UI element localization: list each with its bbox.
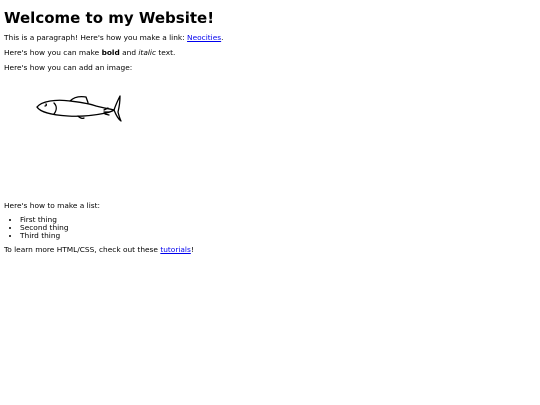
tutorials-link[interactable]: tutorials <box>160 245 191 254</box>
intro-paragraph: This is a paragraph! Here's how you make… <box>4 33 536 42</box>
formatting-paragraph: Here's how you can make bold and italic … <box>4 48 536 57</box>
list-item: Second thing <box>20 224 536 232</box>
image-container <box>4 77 536 195</box>
image-intro-paragraph: Here's how you can add an image: <box>4 63 133 72</box>
intro-period: . <box>221 33 224 42</box>
page: Welcome to my Website! This is a paragra… <box>0 0 540 405</box>
formatting-text-start: Here's how you can make <box>4 48 102 57</box>
intro-text: This is a paragraph! Here's how you make… <box>4 33 188 42</box>
learn-more-exclamation: ! <box>190 245 194 254</box>
neocities-link[interactable]: Neocities <box>187 33 221 42</box>
fish-drawing-icon <box>36 95 122 122</box>
learn-more-text: To learn more HTML/CSS, check out these <box>4 245 161 254</box>
list-intro-paragraph: Here's how to make a list: <box>4 201 100 210</box>
things-list: First thing Second thing Third thing <box>4 216 536 240</box>
list-item: First thing <box>20 216 536 224</box>
learn-more-paragraph: To learn more HTML/CSS, check out these … <box>4 245 536 254</box>
formatting-text-and: and <box>119 48 139 57</box>
bold-text: bold <box>101 48 120 57</box>
page-title: Welcome to my Website! <box>4 9 215 27</box>
formatting-text-end: text. <box>156 48 176 57</box>
italic-text: italic <box>138 48 157 57</box>
list-item: Third thing <box>20 232 536 240</box>
